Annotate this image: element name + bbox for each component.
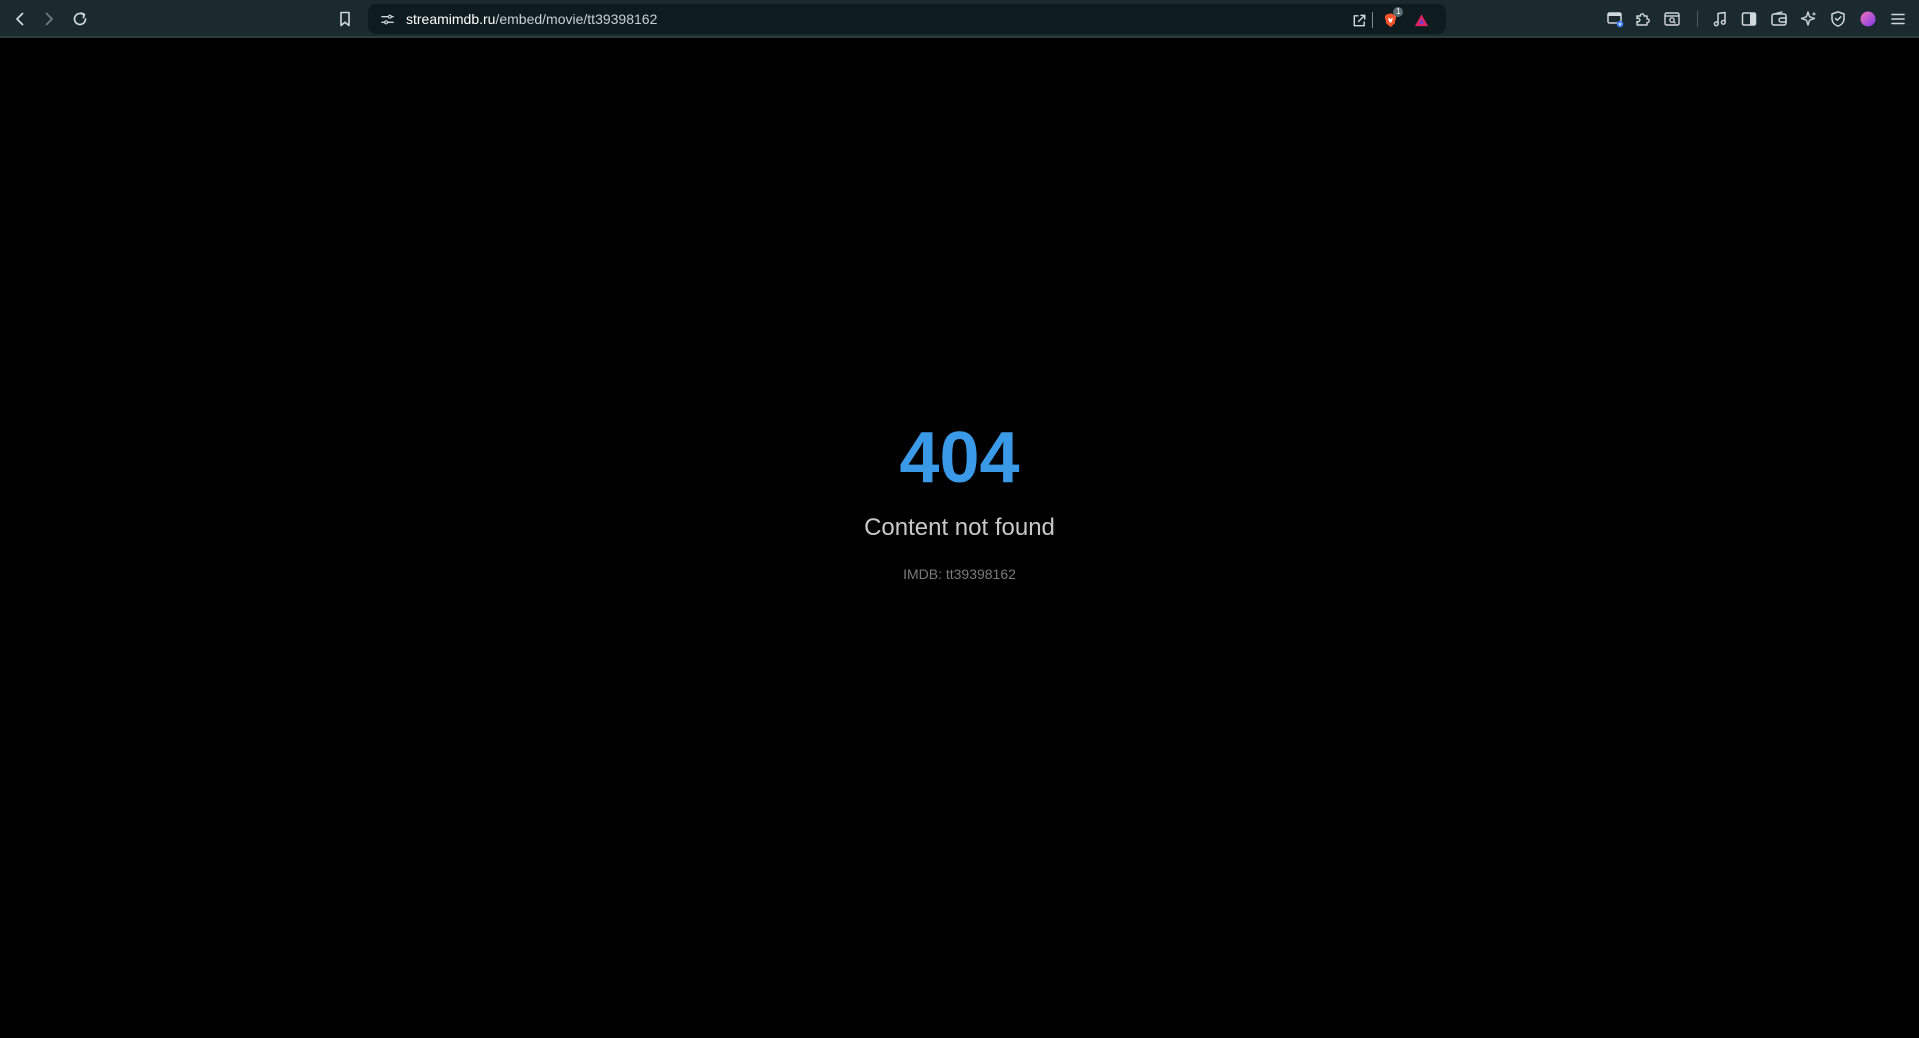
brave-rewards-icon [1414,13,1428,26]
error-message: Content not found [864,514,1055,541]
forward-arrow-icon [45,12,53,26]
brave-shields-button[interactable]: 1 [1379,7,1404,31]
site-settings-icon [380,14,394,24]
extensions-button[interactable] [1631,7,1655,31]
toolbar-divider [1697,11,1698,27]
sparkle-icon [1800,11,1817,26]
url-host: streamimdb.ru [406,11,496,27]
tab-search-icon [1664,12,1680,26]
error-code: 404 [899,418,1020,498]
tab-search-button[interactable] [1660,7,1684,31]
url-text[interactable]: streamimdb.ru/embed/movie/tt39398162 [406,11,657,27]
forward-button[interactable] [37,7,61,31]
bookmark-icon [340,11,350,27]
back-button[interactable] [8,7,32,31]
vpn-button[interactable] [1826,7,1850,31]
sidebar-toggle-button[interactable] [1737,7,1761,31]
leo-ai-button[interactable] [1797,7,1821,31]
media-controls-button[interactable] [1708,7,1732,31]
share-button[interactable] [1348,9,1370,31]
avatar-icon [1860,11,1876,27]
brave-rewards-button[interactable] [1410,9,1432,31]
main-menu-button[interactable] [1886,7,1910,31]
profile-button[interactable] [1856,7,1880,31]
puzzle-piece-icon [1636,13,1650,26]
sidebar-icon [1741,12,1757,26]
bookmark-button[interactable] [333,7,357,31]
shield-icon [1831,11,1845,27]
reload-icon [73,12,87,26]
address-bar[interactable]: streamimdb.ru/embed/movie/tt39398162 1 [368,4,1446,34]
browser-toolbar: streamimdb.ru/embed/movie/tt39398162 1 [0,0,1919,38]
music-note-icon [1713,11,1726,27]
imdb-id-label: IMDB: tt39398162 [903,566,1016,582]
url-path: /embed/movie/tt39398162 [495,11,658,27]
hamburger-menu-icon [1891,13,1905,25]
wallet-icon [1771,11,1787,26]
address-bar-divider [1372,12,1373,28]
share-icon [1353,14,1365,26]
wallet-button[interactable] [1767,7,1791,31]
site-settings-button[interactable] [378,10,396,28]
tab-manager-extension-button[interactable] [1603,7,1627,31]
brave-shields-badge: 1 [1393,7,1404,17]
back-arrow-icon [16,12,24,26]
window-extension-icon [1607,12,1624,28]
reload-button[interactable] [68,7,92,31]
